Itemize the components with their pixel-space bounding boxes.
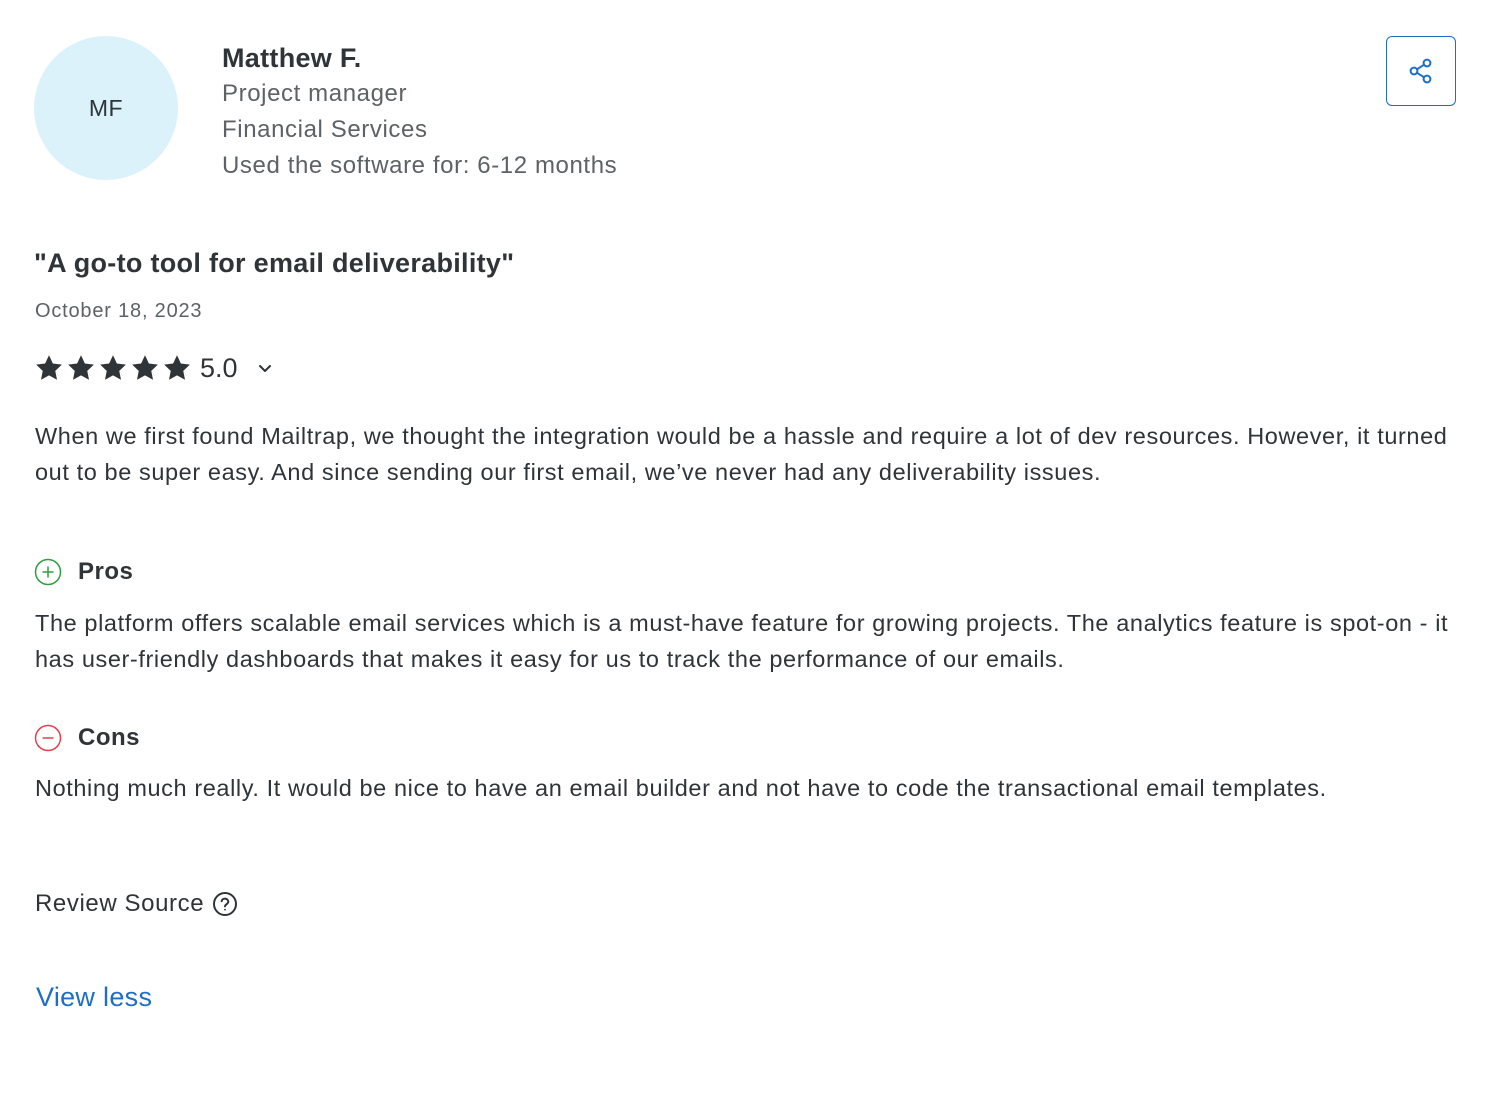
question-circle-icon[interactable]	[212, 891, 238, 917]
review-source-label: Review Source	[35, 890, 205, 917]
avatar: MF	[34, 36, 178, 180]
star-icon	[68, 355, 94, 380]
rating: 5.0	[34, 350, 274, 386]
review-title: "A go-to tool for email deliverability"	[34, 248, 515, 278]
share-button[interactable]	[1386, 36, 1456, 106]
cons-text: Nothing much really. It would be nice to…	[35, 775, 1327, 801]
reviewer-role: Project manager	[222, 80, 408, 107]
rating-value: 5.0	[200, 352, 238, 383]
cons-heading: Cons	[34, 720, 140, 756]
view-less-link[interactable]: View less	[36, 982, 152, 1013]
pros-text: The platform offers scalable email servi…	[35, 610, 1449, 672]
share-icon	[1409, 58, 1432, 84]
star-icon	[132, 355, 158, 380]
plus-circle-icon	[34, 558, 62, 586]
star-icon	[100, 355, 126, 380]
pros-label: Pros	[78, 558, 134, 585]
pros-heading: Pros	[34, 554, 133, 590]
reviewer-usage: Used the software for: 6-12 months	[222, 152, 618, 179]
rating-breakdown-toggle[interactable]	[256, 359, 274, 377]
star-icon	[164, 355, 190, 380]
cons-label: Cons	[78, 724, 140, 751]
chevron-down-icon	[258, 365, 271, 372]
reviewer-name: Matthew F.	[222, 43, 362, 73]
star-rating	[34, 353, 192, 383]
review-date: October 18, 2023	[35, 300, 203, 322]
review-source: Review Source	[35, 886, 238, 922]
minus-circle-icon	[34, 724, 62, 752]
reviewer-industry: Financial Services	[222, 116, 428, 143]
star-icon	[36, 355, 62, 380]
review-summary: When we first found Mailtrap, we thought…	[35, 423, 1448, 485]
avatar-initials: MF	[88, 94, 124, 121]
reviewer-info: Matthew F. Project manager Financial Ser…	[222, 40, 617, 184]
